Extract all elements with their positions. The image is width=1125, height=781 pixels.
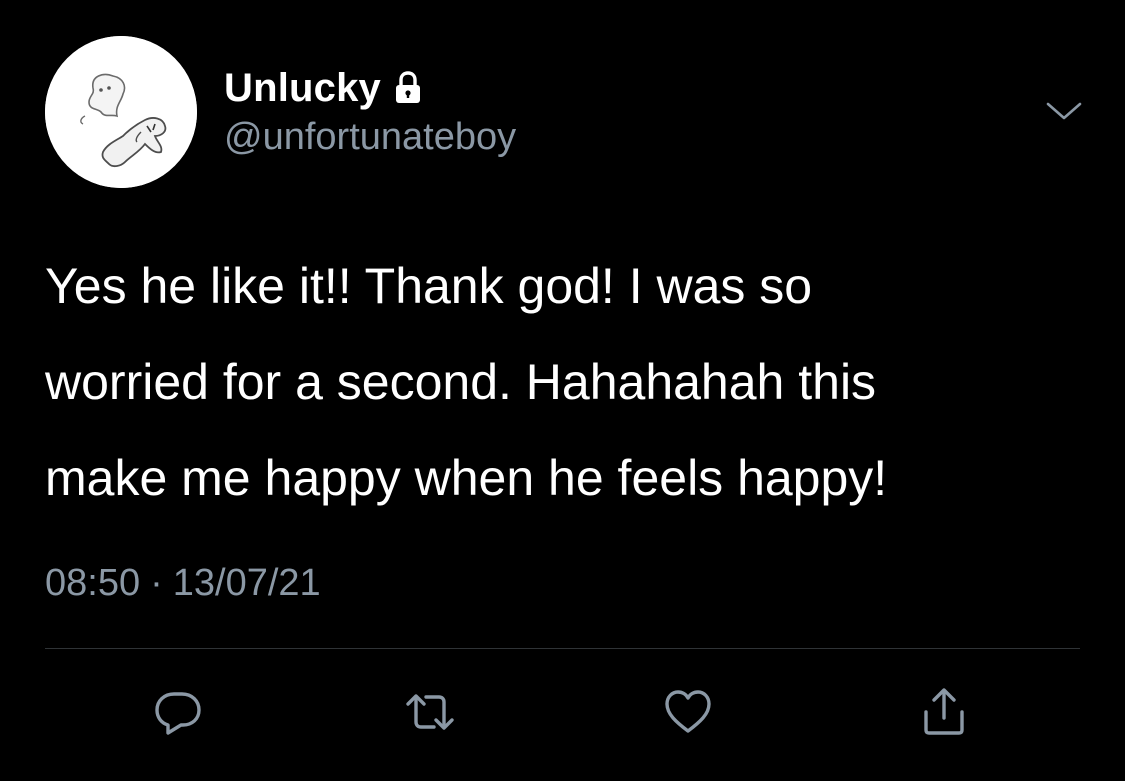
like-button[interactable] [656,680,720,744]
chevron-down-icon[interactable] [1044,98,1084,126]
lock-icon [393,69,423,107]
retweet-icon [406,694,454,730]
action-bar [0,680,1125,750]
share-icon [924,688,964,735]
author-handle[interactable]: @unfortunateboy [224,116,516,159]
divider [45,648,1080,649]
timestamp-separator: · [150,562,163,604]
tweet: Unlucky @unfortunateboy Yes he like it!!… [0,0,1125,781]
display-name: Unlucky [224,65,382,110]
share-button[interactable] [912,680,976,744]
retweet-button[interactable] [398,680,462,744]
tweet-date: 13/07/21 [172,562,321,604]
display-name-row[interactable]: Unlucky [224,62,423,114]
avatar[interactable] [45,36,197,188]
tweet-timestamp[interactable]: 08:50 · 13/07/21 [45,562,321,605]
tweet-text: Yes he like it!! Thank god! I was so wor… [45,258,888,506]
reply-button[interactable] [146,680,210,744]
tweet-time: 08:50 [45,562,141,604]
reply-icon [155,692,201,735]
heart-icon [665,690,711,733]
avatar-image [45,36,197,188]
